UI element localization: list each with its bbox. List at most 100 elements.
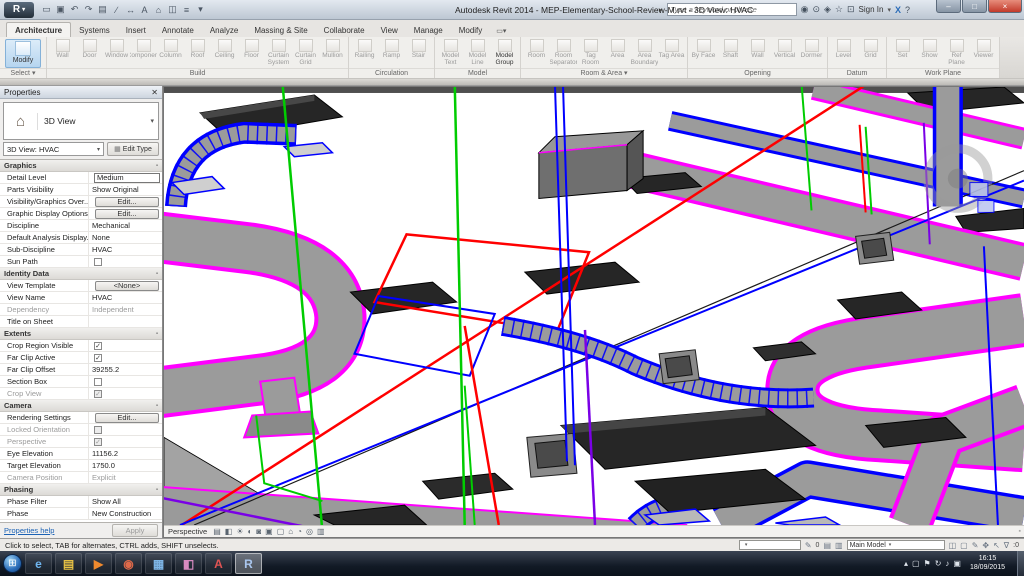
ribbon-button-wall[interactable]: Wall (49, 38, 76, 68)
customize-qat-icon[interactable]: ▾ (195, 4, 206, 15)
design-option-select[interactable]: Main Model ▾ (846, 540, 945, 550)
exclude-options-icon[interactable]: ▢ (960, 541, 968, 550)
ribbon-button-room[interactable]: Room (523, 38, 550, 68)
editable-only-icon[interactable]: ✎ (972, 541, 979, 550)
ribbon-button-level[interactable]: Level (830, 38, 857, 68)
property-group-graphics[interactable]: Graphics ▪ (0, 160, 162, 172)
taskbar-internet-explorer[interactable]: e (25, 553, 52, 574)
sign-in-button[interactable]: Sign In (859, 5, 884, 14)
ribbon-button-stair[interactable]: Stair (405, 38, 432, 68)
ribbon-button-vertical[interactable]: Vertical (771, 38, 798, 68)
taskbar-paint[interactable]: ◧ (175, 553, 202, 574)
communication-center-icon[interactable]: ◈ (824, 4, 831, 15)
ribbon-button-railing[interactable]: Railing (351, 38, 378, 68)
taskbar-revit[interactable]: R (235, 553, 262, 574)
property-checkbox[interactable]: ✓ (94, 341, 102, 350)
view-selector-combo[interactable]: 3D View: HVAC ▾ (3, 142, 104, 156)
detail-level-icon[interactable]: ▤ (213, 527, 221, 537)
press-drag-icon[interactable]: ✥ (982, 541, 989, 550)
close-icon[interactable]: ✕ (151, 88, 158, 97)
show-desktop-button[interactable] (1017, 551, 1024, 576)
ribbon-button-ref-plane[interactable]: Ref Plane (943, 38, 970, 68)
panel-label-datum[interactable]: Datum (828, 68, 886, 78)
ribbon-button-curtain-grid[interactable]: Curtain Grid (292, 38, 319, 68)
section-icon[interactable]: ◫ (167, 4, 178, 15)
ribbon-display-toggle-icon[interactable]: ▭▾ (490, 24, 512, 37)
ribbon-button-model-group[interactable]: Model Group (491, 38, 518, 68)
ribbon-button-door[interactable]: Door (76, 38, 103, 68)
modify-button[interactable]: Modify (5, 39, 41, 68)
ribbon-button-dormer[interactable]: Dormer (798, 38, 825, 68)
select-panel-label[interactable]: Select ▾ (0, 68, 46, 78)
ribbon-button-ramp[interactable]: Ramp (378, 38, 405, 68)
action-center-icon[interactable]: ⚑ (924, 559, 931, 568)
group-pin-icon[interactable]: ▪ (156, 487, 158, 493)
show-hidden-icon[interactable]: ▴ (904, 559, 908, 568)
property-value-combo[interactable]: Medium (94, 172, 160, 183)
panel-label-opening[interactable]: Opening (688, 68, 827, 78)
display-icon[interactable]: ▢ (912, 559, 920, 568)
group-pin-icon[interactable]: ▪ (156, 403, 158, 409)
tab-modify[interactable]: Modify (451, 23, 491, 37)
active-workset-select[interactable]: ▾ (738, 540, 801, 550)
editable-only-icon[interactable]: ✎ (805, 541, 812, 550)
tab-architecture[interactable]: Architecture (6, 22, 72, 37)
panel-label-build[interactable]: Build (47, 68, 348, 78)
ribbon-button-area[interactable]: Area (604, 38, 631, 68)
panel-label-room-area[interactable]: Room & Area ▾ (521, 68, 687, 78)
tab-view[interactable]: View (373, 23, 406, 37)
favorites-icon[interactable]: ☆ (835, 4, 843, 15)
tab-analyze[interactable]: Analyze (202, 23, 246, 37)
ribbon-button-by-face[interactable]: By Face (690, 38, 717, 68)
sign-in-person-icon[interactable]: ⊡ (847, 4, 855, 15)
ribbon-button-window[interactable]: Window (103, 38, 130, 68)
sun-path-icon[interactable]: ☀ (236, 527, 243, 537)
redo-icon[interactable]: ↷ (83, 4, 94, 15)
show-crop-region-icon[interactable]: ▢ (277, 527, 285, 537)
ribbon-button-column[interactable]: Column (157, 38, 184, 68)
visual-style-icon[interactable]: ◧ (225, 527, 233, 537)
select-underlay-icon[interactable]: ↖ (993, 541, 1000, 550)
panel-label-work-plane[interactable]: Work Plane (887, 68, 999, 78)
property-checkbox[interactable]: ✓ (94, 353, 102, 362)
property-group-extents[interactable]: Extents ▪ (0, 328, 162, 340)
properties-palette-header[interactable]: Properties ✕ (0, 86, 162, 99)
apply-button[interactable]: Apply (112, 524, 158, 537)
crop-view-icon[interactable]: ▣ (265, 527, 273, 537)
group-pin-icon[interactable]: ▪ (156, 163, 158, 169)
properties-help-link[interactable]: Properties help (4, 526, 54, 535)
open-icon[interactable]: ▭ (41, 4, 52, 15)
ribbon-button-area-boundary[interactable]: Area Boundary (631, 38, 658, 68)
ribbon-button-wall[interactable]: Wall (744, 38, 771, 68)
tab-systems[interactable]: Systems (71, 23, 118, 37)
ribbon-button-roof[interactable]: Roof (184, 38, 211, 68)
ribbon-button-curtain-system[interactable]: Curtain System (265, 38, 292, 68)
ribbon-button-room-separator[interactable]: Room Separator (550, 38, 577, 68)
ribbon-button-shaft[interactable]: Shaft (717, 38, 744, 68)
taskbar-chrome[interactable]: ◉ (115, 553, 142, 574)
sign-in-caret-icon[interactable]: ▾ (887, 6, 891, 14)
temporary-hide-isolate-icon[interactable]: ◔ (297, 527, 302, 537)
property-value-button[interactable]: Edit... (95, 208, 159, 219)
property-group-phasing[interactable]: Phasing ▪ (0, 484, 162, 496)
property-group-identity-data[interactable]: Identity Data ▪ (0, 268, 162, 280)
model-canvas[interactable] (164, 87, 1024, 525)
taskbar-autocad[interactable]: A (205, 553, 232, 574)
save-icon[interactable]: ▣ (55, 4, 66, 15)
ribbon-button-mullion[interactable]: Mullion (319, 38, 346, 68)
ribbon-button-component[interactable]: Component (130, 38, 157, 68)
ribbon-button-viewer[interactable]: Viewer (970, 38, 997, 68)
property-value-button[interactable]: <None> (95, 280, 159, 291)
ribbon-button-ceiling[interactable]: Ceiling (211, 38, 238, 68)
close-button[interactable]: × (988, 0, 1022, 13)
ribbon-button-show[interactable]: Show (916, 38, 943, 68)
hvac-3d-model[interactable] (164, 87, 1024, 525)
worksharing-display-icon[interactable]: ▥ (317, 527, 325, 537)
network-icon[interactable]: ▣ (953, 559, 961, 568)
reveal-hidden-elements-icon[interactable]: ◎ (306, 527, 313, 537)
tab-insert[interactable]: Insert (118, 23, 154, 37)
worksets-dialog-icon[interactable]: ▥ (835, 541, 843, 550)
show-rendering-dialog-icon[interactable]: ◙ (256, 527, 261, 537)
ribbon-button-floor[interactable]: Floor (238, 38, 265, 68)
tab-annotate[interactable]: Annotate (154, 23, 202, 37)
